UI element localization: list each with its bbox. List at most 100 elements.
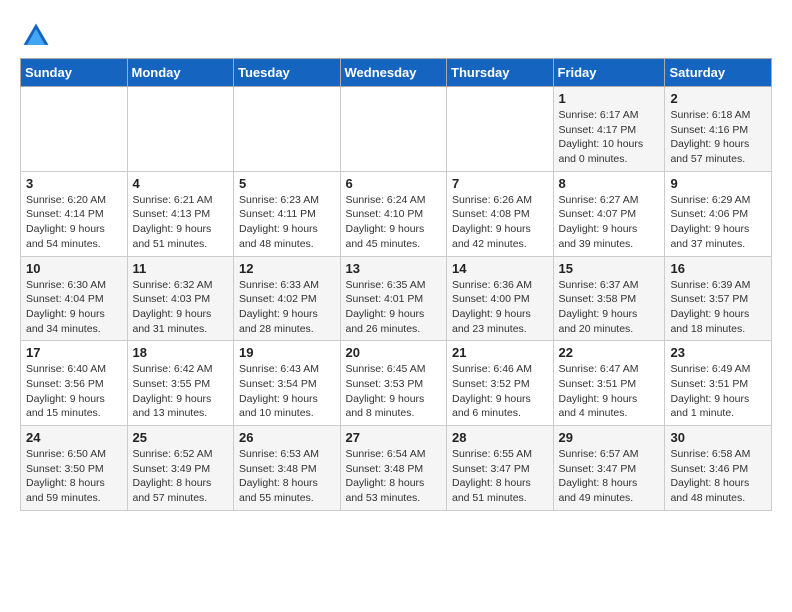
day-number: 3: [26, 176, 122, 191]
weekday-header: Tuesday: [234, 59, 341, 87]
day-info: Sunrise: 6:52 AM Sunset: 3:49 PM Dayligh…: [133, 447, 229, 506]
day-info: Sunrise: 6:20 AM Sunset: 4:14 PM Dayligh…: [26, 193, 122, 252]
day-info: Sunrise: 6:49 AM Sunset: 3:51 PM Dayligh…: [670, 362, 766, 421]
day-number: 6: [346, 176, 442, 191]
day-number: 17: [26, 345, 122, 360]
day-number: 7: [452, 176, 548, 191]
day-info: Sunrise: 6:42 AM Sunset: 3:55 PM Dayligh…: [133, 362, 229, 421]
day-info: Sunrise: 6:17 AM Sunset: 4:17 PM Dayligh…: [559, 108, 660, 167]
day-info: Sunrise: 6:27 AM Sunset: 4:07 PM Dayligh…: [559, 193, 660, 252]
calendar-cell: 24 Sunrise: 6:50 AM Sunset: 3:50 PM Dayli…: [21, 426, 128, 511]
weekday-row: SundayMondayTuesdayWednesdayThursdayFrid…: [21, 59, 772, 87]
day-info: Sunrise: 6:45 AM Sunset: 3:53 PM Dayligh…: [346, 362, 442, 421]
day-info: Sunrise: 6:39 AM Sunset: 3:57 PM Dayligh…: [670, 278, 766, 337]
weekday-header: Thursday: [447, 59, 554, 87]
calendar-cell: [234, 87, 341, 172]
calendar-cell: [127, 87, 234, 172]
calendar-cell: 4 Sunrise: 6:21 AM Sunset: 4:13 PM Daylig…: [127, 171, 234, 256]
calendar-cell: 19 Sunrise: 6:43 AM Sunset: 3:54 PM Dayli…: [234, 341, 341, 426]
day-number: 30: [670, 430, 766, 445]
calendar-cell: 27 Sunrise: 6:54 AM Sunset: 3:48 PM Dayli…: [340, 426, 447, 511]
day-info: Sunrise: 6:54 AM Sunset: 3:48 PM Dayligh…: [346, 447, 442, 506]
weekday-header: Saturday: [665, 59, 772, 87]
calendar-cell: 2 Sunrise: 6:18 AM Sunset: 4:16 PM Daylig…: [665, 87, 772, 172]
day-number: 18: [133, 345, 229, 360]
calendar-cell: 1 Sunrise: 6:17 AM Sunset: 4:17 PM Daylig…: [553, 87, 665, 172]
day-number: 24: [26, 430, 122, 445]
day-number: 25: [133, 430, 229, 445]
calendar-cell: 16 Sunrise: 6:39 AM Sunset: 3:57 PM Dayli…: [665, 256, 772, 341]
calendar-cell: 23 Sunrise: 6:49 AM Sunset: 3:51 PM Dayli…: [665, 341, 772, 426]
calendar-cell: 26 Sunrise: 6:53 AM Sunset: 3:48 PM Dayli…: [234, 426, 341, 511]
calendar-week-row: 17 Sunrise: 6:40 AM Sunset: 3:56 PM Dayli…: [21, 341, 772, 426]
calendar-cell: 25 Sunrise: 6:52 AM Sunset: 3:49 PM Dayli…: [127, 426, 234, 511]
calendar-header: SundayMondayTuesdayWednesdayThursdayFrid…: [21, 59, 772, 87]
day-info: Sunrise: 6:32 AM Sunset: 4:03 PM Dayligh…: [133, 278, 229, 337]
day-number: 11: [133, 261, 229, 276]
calendar-cell: 12Sunrise: 6:33 AM Sunset: 4:02 PM Dayli…: [234, 256, 341, 341]
calendar-cell: 28 Sunrise: 6:55 AM Sunset: 3:47 PM Dayli…: [447, 426, 554, 511]
day-info: Sunrise: 6:50 AM Sunset: 3:50 PM Dayligh…: [26, 447, 122, 506]
calendar-table: SundayMondayTuesdayWednesdayThursdayFrid…: [20, 58, 772, 511]
calendar-week-row: 3 Sunrise: 6:20 AM Sunset: 4:14 PM Daylig…: [21, 171, 772, 256]
calendar-cell: 17 Sunrise: 6:40 AM Sunset: 3:56 PM Dayli…: [21, 341, 128, 426]
calendar-cell: [447, 87, 554, 172]
calendar-cell: [21, 87, 128, 172]
calendar-cell: 18 Sunrise: 6:42 AM Sunset: 3:55 PM Dayli…: [127, 341, 234, 426]
day-info: Sunrise: 6:55 AM Sunset: 3:47 PM Dayligh…: [452, 447, 548, 506]
day-number: 10: [26, 261, 122, 276]
header: [20, 16, 772, 52]
day-number: 29: [559, 430, 660, 445]
day-info: Sunrise: 6:57 AM Sunset: 3:47 PM Dayligh…: [559, 447, 660, 506]
day-number: 8: [559, 176, 660, 191]
calendar-cell: 8 Sunrise: 6:27 AM Sunset: 4:07 PM Daylig…: [553, 171, 665, 256]
weekday-header: Friday: [553, 59, 665, 87]
day-number: 21: [452, 345, 548, 360]
weekday-header: Wednesday: [340, 59, 447, 87]
day-number: 2: [670, 91, 766, 106]
day-info: Sunrise: 6:58 AM Sunset: 3:46 PM Dayligh…: [670, 447, 766, 506]
calendar-cell: 9Sunrise: 6:29 AM Sunset: 4:06 PM Daylig…: [665, 171, 772, 256]
day-info: Sunrise: 6:23 AM Sunset: 4:11 PM Dayligh…: [239, 193, 335, 252]
day-info: Sunrise: 6:40 AM Sunset: 3:56 PM Dayligh…: [26, 362, 122, 421]
calendar-cell: 22Sunrise: 6:47 AM Sunset: 3:51 PM Dayli…: [553, 341, 665, 426]
day-info: Sunrise: 6:43 AM Sunset: 3:54 PM Dayligh…: [239, 362, 335, 421]
day-info: Sunrise: 6:26 AM Sunset: 4:08 PM Dayligh…: [452, 193, 548, 252]
day-number: 28: [452, 430, 548, 445]
calendar-cell: 20 Sunrise: 6:45 AM Sunset: 3:53 PM Dayli…: [340, 341, 447, 426]
day-number: 26: [239, 430, 335, 445]
logo: [20, 20, 56, 52]
calendar-cell: 15Sunrise: 6:37 AM Sunset: 3:58 PM Dayli…: [553, 256, 665, 341]
calendar-cell: 7 Sunrise: 6:26 AM Sunset: 4:08 PM Daylig…: [447, 171, 554, 256]
day-number: 20: [346, 345, 442, 360]
calendar-cell: 11 Sunrise: 6:32 AM Sunset: 4:03 PM Dayli…: [127, 256, 234, 341]
day-number: 1: [559, 91, 660, 106]
calendar-cell: 14Sunrise: 6:36 AM Sunset: 4:00 PM Dayli…: [447, 256, 554, 341]
day-number: 16: [670, 261, 766, 276]
day-info: Sunrise: 6:30 AM Sunset: 4:04 PM Dayligh…: [26, 278, 122, 337]
calendar-cell: 3 Sunrise: 6:20 AM Sunset: 4:14 PM Daylig…: [21, 171, 128, 256]
day-number: 27: [346, 430, 442, 445]
calendar-body: 1 Sunrise: 6:17 AM Sunset: 4:17 PM Daylig…: [21, 87, 772, 511]
day-number: 13: [346, 261, 442, 276]
day-info: Sunrise: 6:29 AM Sunset: 4:06 PM Dayligh…: [670, 193, 766, 252]
day-number: 4: [133, 176, 229, 191]
day-number: 5: [239, 176, 335, 191]
day-info: Sunrise: 6:47 AM Sunset: 3:51 PM Dayligh…: [559, 362, 660, 421]
day-number: 15: [559, 261, 660, 276]
calendar-week-row: 1 Sunrise: 6:17 AM Sunset: 4:17 PM Daylig…: [21, 87, 772, 172]
day-info: Sunrise: 6:53 AM Sunset: 3:48 PM Dayligh…: [239, 447, 335, 506]
weekday-header: Sunday: [21, 59, 128, 87]
day-number: 19: [239, 345, 335, 360]
day-info: Sunrise: 6:18 AM Sunset: 4:16 PM Dayligh…: [670, 108, 766, 167]
weekday-header: Monday: [127, 59, 234, 87]
calendar-cell: 5 Sunrise: 6:23 AM Sunset: 4:11 PM Daylig…: [234, 171, 341, 256]
day-info: Sunrise: 6:46 AM Sunset: 3:52 PM Dayligh…: [452, 362, 548, 421]
calendar-week-row: 24 Sunrise: 6:50 AM Sunset: 3:50 PM Dayli…: [21, 426, 772, 511]
day-number: 23: [670, 345, 766, 360]
day-info: Sunrise: 6:36 AM Sunset: 4:00 PM Dayligh…: [452, 278, 548, 337]
day-info: Sunrise: 6:21 AM Sunset: 4:13 PM Dayligh…: [133, 193, 229, 252]
day-info: Sunrise: 6:35 AM Sunset: 4:01 PM Dayligh…: [346, 278, 442, 337]
calendar-cell: 29 Sunrise: 6:57 AM Sunset: 3:47 PM Dayli…: [553, 426, 665, 511]
calendar-cell: 30 Sunrise: 6:58 AM Sunset: 3:46 PM Dayli…: [665, 426, 772, 511]
